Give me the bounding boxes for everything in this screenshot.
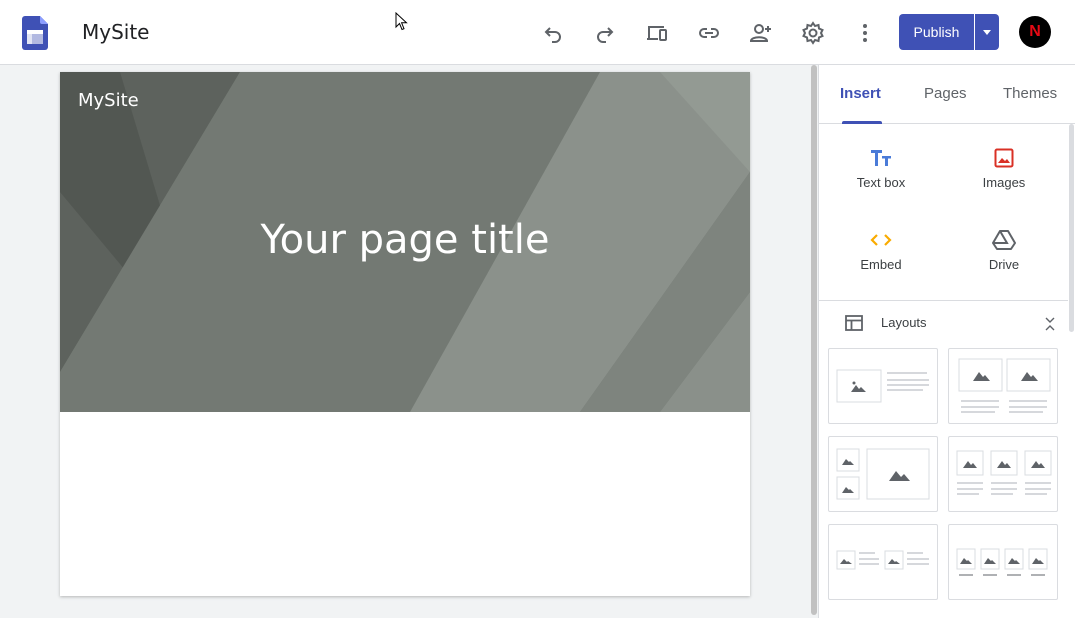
panel-scrollbar-thumb[interactable]: [1069, 124, 1074, 332]
preview-devices-icon[interactable]: [644, 20, 670, 46]
side-panel: Insert Pages Themes Text box Images Embe…: [818, 65, 1075, 618]
top-bar: MySite Publish N: [0, 0, 1075, 65]
panel-scrollbar[interactable]: [1068, 124, 1075, 334]
canvas-scrollbar-thumb[interactable]: [811, 65, 817, 615]
embed-icon: [826, 227, 936, 253]
layout-option-3[interactable]: [828, 436, 938, 512]
layout-option-4[interactable]: [948, 436, 1058, 512]
redo-icon[interactable]: [592, 20, 618, 46]
mouse-cursor-icon: [395, 12, 408, 31]
insert-drive[interactable]: Drive: [949, 227, 1059, 287]
active-tab-indicator: [842, 121, 882, 124]
share-user-icon[interactable]: [748, 20, 774, 46]
avatar-letter: N: [1029, 23, 1041, 40]
insert-text-box[interactable]: Text box: [826, 145, 936, 205]
site-name-title[interactable]: MySite: [82, 20, 150, 44]
image-icon: [949, 145, 1059, 171]
undo-icon[interactable]: [540, 20, 566, 46]
page-title[interactable]: Your page title: [60, 217, 750, 263]
more-vert-icon[interactable]: [852, 20, 878, 46]
insert-images-label: Images: [982, 175, 1026, 190]
link-icon[interactable]: [696, 20, 722, 46]
text-box-icon: [826, 145, 936, 171]
publish-button[interactable]: Publish: [899, 14, 974, 50]
editor-canvas: MySite Your page title: [0, 65, 810, 618]
layouts-icon: [845, 315, 863, 331]
insert-images[interactable]: Images: [949, 145, 1059, 205]
collapse-icon[interactable]: [1045, 317, 1055, 331]
layouts-label: Layouts: [881, 315, 927, 330]
tab-themes[interactable]: Themes: [1003, 85, 1057, 102]
banner-site-name[interactable]: MySite: [78, 90, 139, 111]
insert-text-box-label: Text box: [856, 175, 906, 190]
layout-option-2[interactable]: [948, 348, 1058, 424]
insert-embed[interactable]: Embed: [826, 227, 936, 287]
publish-dropdown-button[interactable]: [975, 14, 999, 50]
layout-option-1[interactable]: [828, 348, 938, 424]
tab-insert[interactable]: Insert: [840, 85, 881, 102]
page-header-banner[interactable]: MySite Your page title: [60, 72, 750, 412]
insert-drive-label: Drive: [988, 257, 1020, 272]
layouts-section-header[interactable]: Layouts: [819, 301, 1068, 345]
layout-option-6[interactable]: [948, 524, 1058, 600]
tab-pages[interactable]: Pages: [924, 85, 967, 102]
layout-option-5[interactable]: [828, 524, 938, 600]
avatar[interactable]: N: [1019, 16, 1051, 48]
drive-icon: [949, 227, 1059, 253]
sites-logo-icon[interactable]: [22, 16, 48, 50]
settings-icon[interactable]: [800, 20, 826, 46]
panel-tabs: Insert Pages Themes: [819, 65, 1075, 124]
insert-embed-label: Embed: [860, 257, 902, 272]
site-page[interactable]: MySite Your page title: [60, 72, 750, 596]
canvas-scrollbar[interactable]: [810, 65, 818, 618]
